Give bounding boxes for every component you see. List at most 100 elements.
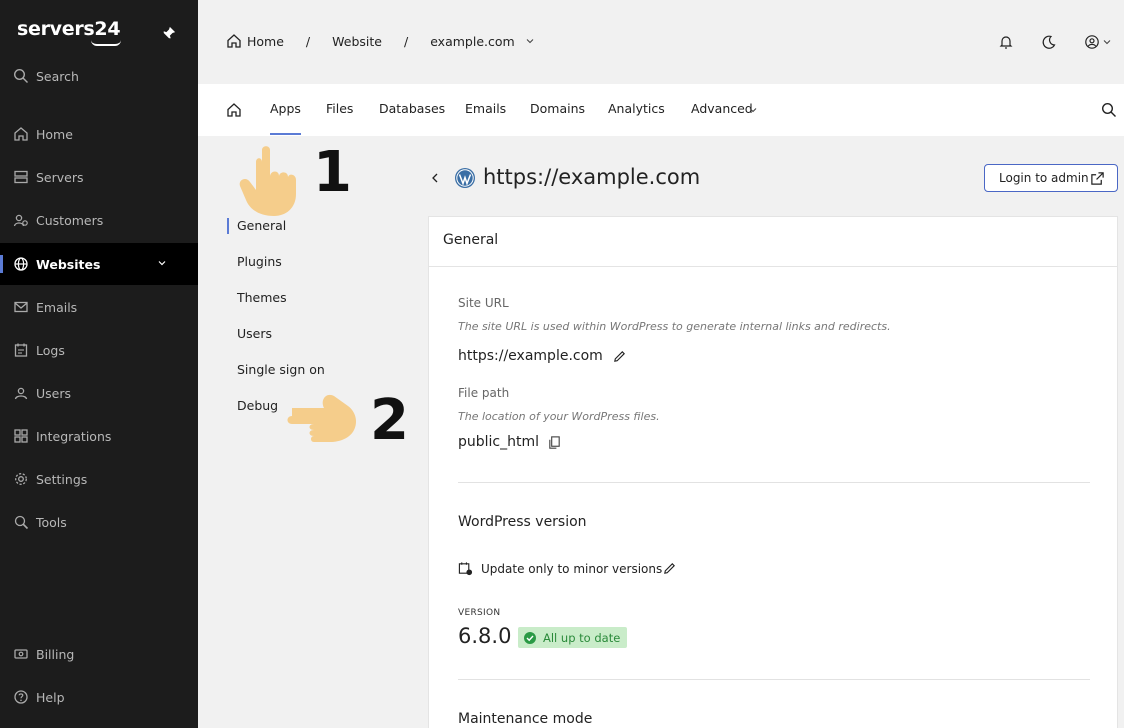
tab-advanced[interactable]: Advanced [691,101,753,116]
version-label: VERSION [458,608,501,618]
site-url-description: The site URL is used within WordPress to… [458,320,891,333]
sidebar-item-websites[interactable]: Websites [0,243,198,285]
tab-apps[interactable]: Apps [270,101,301,135]
chevron-down-icon [158,261,166,266]
card-header: General [429,217,1117,267]
sidebar-item-settings[interactable]: Settings [0,458,198,500]
brand-logo[interactable]: servers24 [17,18,121,46]
chevron-down-icon[interactable] [1102,37,1112,47]
file-path-description: The location of your WordPress files. [458,410,660,423]
back-icon[interactable] [429,171,441,185]
logo-smile-mark [91,40,121,46]
tab-home-icon[interactable] [226,102,242,118]
tab-emails[interactable]: Emails [465,101,506,116]
tab-databases[interactable]: Databases [379,101,445,116]
sidebar-item-label: Servers [36,169,84,185]
logs-icon [14,343,28,357]
sidebar-item-home[interactable]: Home [0,113,198,155]
maintenance-mode-title: Maintenance mode [458,711,593,727]
sidebar-billing-label: Billing [36,646,75,662]
chevron-down-icon[interactable] [748,105,758,115]
section-divider [458,679,1090,680]
sidebar-item-billing[interactable]: Billing [0,633,198,675]
login-button-label: Login to admin [999,171,1089,185]
tools-icon [14,515,29,530]
subnav-active-marker [227,218,229,234]
subnav-item-plugins[interactable]: Plugins [237,254,282,269]
billing-icon [14,649,28,659]
subnav-item-debug[interactable]: Debug [237,398,278,413]
tab-files[interactable]: Files [326,101,353,116]
file-path-value: public_html [458,434,540,450]
calendar-clock-icon [458,562,473,576]
annotation-step-2: 2 [370,388,409,453]
sidebar-search[interactable]: Search [0,55,198,97]
status-badge-text: All up to date [543,630,621,645]
customers-icon [13,214,28,227]
login-to-admin-button[interactable]: Login to admin [984,164,1118,192]
sidebar-help-label: Help [36,689,65,705]
sidebar-item-label: Tools [36,514,67,530]
sidebar-item-integrations[interactable]: Integrations [0,415,198,457]
sidebar-item-label: Integrations [36,428,112,444]
tab-analytics[interactable]: Analytics [608,101,665,116]
site-url-label: Site URL [458,296,509,310]
home-icon [14,127,28,141]
subnav-item-single-sign-on[interactable]: Single sign on [237,362,325,377]
subnav-item-users[interactable]: Users [237,326,272,341]
pointing-hand-right-icon [287,394,356,442]
breadcrumb-separator: / [305,33,311,49]
sidebar-item-help[interactable]: Help [0,676,198,718]
search-icon [13,68,28,83]
subnav-item-themes[interactable]: Themes [237,290,287,305]
sidebar-item-customers[interactable]: Customers [0,199,198,241]
breadcrumb-website[interactable]: Website [332,34,382,49]
bell-icon[interactable] [998,34,1014,50]
subnav-item-general[interactable]: General [237,218,286,233]
pin-icon[interactable] [162,26,176,40]
update-policy-row: Update only to minor versions [458,561,662,576]
mail-icon [14,301,28,313]
annotation-step-1: 1 [313,140,352,205]
sidebar-item-label: Customers [36,212,104,228]
sidebar: servers24 Search Home Servers Customers … [0,0,198,728]
sidebar-item-tools[interactable]: Tools [0,501,198,543]
sidebar-item-label: Home [36,126,73,142]
tab-bar: Apps Files Databases Emails Domains Anal… [198,84,1124,136]
page-title: https://example.com [483,165,701,189]
top-bar: Home / Website / example.com [198,0,1124,84]
moon-icon[interactable] [1041,34,1057,50]
sidebar-item-emails[interactable]: Emails [0,286,198,328]
brand-name: servers24 [17,18,121,40]
home-icon[interactable] [226,33,242,49]
globe-icon [14,257,28,271]
search-icon[interactable] [1101,102,1117,118]
breadcrumb-home[interactable]: Home [247,34,284,49]
edit-pencil-icon[interactable] [612,349,627,364]
gear-icon [15,473,27,485]
version-value: 6.8.0 [458,624,512,648]
sidebar-item-label: Logs [36,342,65,358]
breadcrumb-site[interactable]: example.com [430,34,514,49]
sidebar-item-label: Settings [36,471,88,487]
sidebar-item-logs[interactable]: Logs [0,329,198,371]
sidebar-search-label: Search [36,68,79,84]
chevron-down-icon[interactable] [525,36,535,46]
sidebar-item-servers[interactable]: Servers [0,156,198,198]
sidebar-item-label: Websites [36,256,101,272]
user-avatar-icon[interactable] [1084,34,1100,50]
status-badge: All up to date [518,627,628,648]
general-card: General Site URL The site URL is used wi… [428,216,1118,728]
site-url-value: https://example.com [458,348,603,364]
pointing-hand-up-icon [239,146,296,216]
server-icon [14,170,28,184]
edit-pencil-icon[interactable] [662,561,677,576]
tab-domains[interactable]: Domains [530,101,585,116]
wordpress-version-title: WordPress version [458,514,587,530]
check-circle-icon [524,631,536,644]
sidebar-item-users[interactable]: Users [0,372,198,414]
integrations-icon [14,429,28,443]
section-divider [458,482,1090,483]
external-link-icon [1091,172,1104,185]
copy-icon[interactable] [547,435,562,450]
